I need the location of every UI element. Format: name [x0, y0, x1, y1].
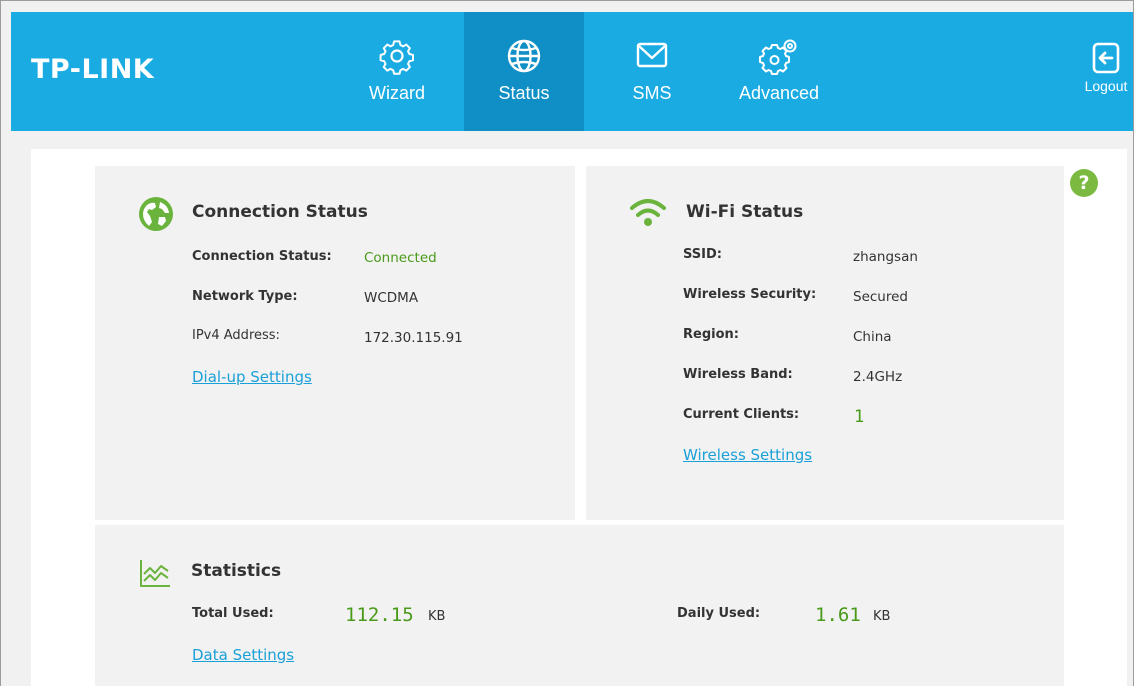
daily-used-unit: KB	[873, 609, 891, 624]
connection-status-label: Connection Status:	[192, 249, 332, 264]
total-used-value: 112.15	[345, 604, 414, 626]
ssid-value: zhangsan	[853, 249, 918, 265]
wifi-status-card: Wi-Fi Status SSID: zhangsan Wireless Sec…	[586, 166, 1064, 520]
wireless-settings-link[interactable]: Wireless Settings	[683, 446, 812, 464]
ssid-label: SSID:	[683, 247, 722, 262]
wifi-icon	[630, 199, 666, 226]
data-settings-link[interactable]: Data Settings	[192, 646, 294, 664]
wifi-status-title: Wi-Fi Status	[686, 202, 804, 222]
daily-used-label: Daily Used:	[677, 606, 761, 621]
tplink-logo: TP-LINK	[31, 54, 155, 85]
connection-status-value: Connected	[364, 250, 437, 266]
connection-status-title: Connection Status	[192, 202, 368, 222]
wireless-band-label: Wireless Band:	[683, 367, 793, 382]
nav-sms[interactable]: SMS	[592, 12, 712, 131]
nav-wizard-label: Wizard	[368, 83, 425, 103]
ipv4-address-label: IPv4 Address:	[192, 328, 280, 343]
envelope-icon	[636, 42, 668, 68]
current-clients-label: Current Clients:	[683, 407, 800, 422]
nav-sms-label: SMS	[632, 83, 672, 103]
top-header: TP-LINK Wizard Status SMS Advanced Logou…	[11, 12, 1133, 131]
app-frame: TP-LINK Wizard Status SMS Advanced Logou…	[0, 0, 1134, 686]
connection-status-card: Connection Status Connection Status: Con…	[95, 166, 575, 520]
globe-icon	[507, 39, 541, 73]
total-used-unit: KB	[428, 609, 446, 624]
region-label: Region:	[683, 327, 739, 342]
logout-icon	[1092, 42, 1120, 74]
network-type-value: WCDMA	[364, 290, 419, 306]
network-type-label: Network Type:	[192, 289, 298, 304]
help-button[interactable]: ?	[1070, 169, 1098, 197]
statistics-card: Statistics Total Used: 112.15 KB Daily U…	[95, 525, 1064, 686]
total-used-label: Total Used:	[192, 606, 274, 621]
nav-status[interactable]: Status	[464, 12, 584, 131]
daily-used-value: 1.61	[815, 604, 861, 626]
line-chart-icon	[140, 560, 170, 587]
nav-advanced-label: Advanced	[738, 83, 820, 103]
current-clients-value: 1	[854, 407, 865, 427]
region-value: China	[853, 329, 892, 345]
logout-label: Logout	[1084, 78, 1128, 94]
wireless-security-value: Secured	[853, 289, 908, 305]
nav-status-label: Status	[498, 83, 550, 103]
gear-icon	[379, 40, 414, 75]
dialup-settings-link[interactable]: Dial-up Settings	[192, 368, 312, 386]
wireless-security-label: Wireless Security:	[683, 287, 817, 302]
globe-icon	[139, 197, 173, 231]
gears-icon	[759, 39, 797, 75]
logout-button[interactable]: Logout	[1076, 42, 1133, 112]
statistics-title: Statistics	[191, 561, 282, 581]
nav-advanced[interactable]: Advanced	[719, 12, 839, 131]
wireless-band-value: 2.4GHz	[853, 369, 903, 385]
nav-wizard[interactable]: Wizard	[337, 12, 457, 131]
ipv4-address-value: 172.30.115.91	[364, 330, 463, 346]
